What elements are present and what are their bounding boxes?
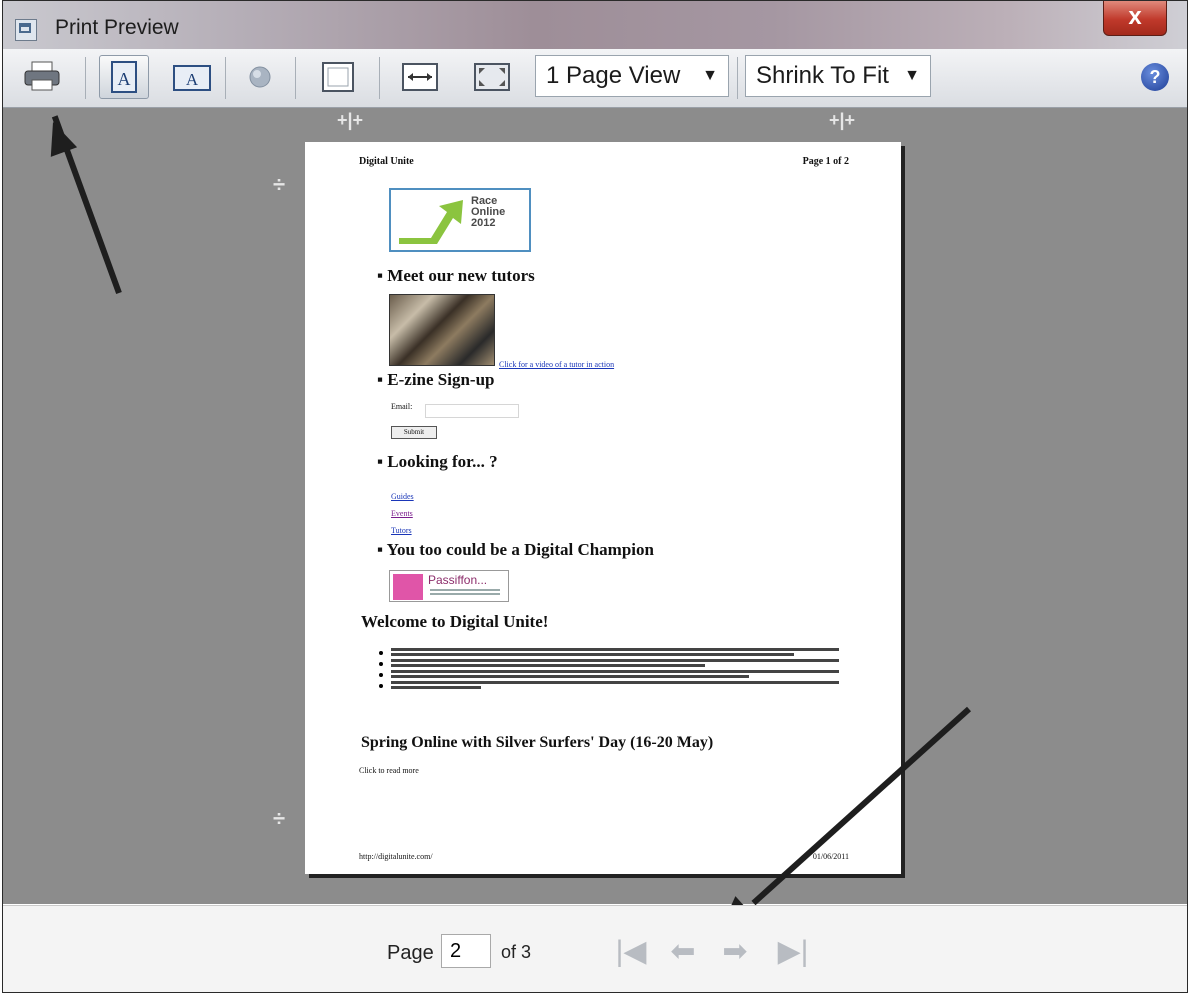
preview-page: Digital Unite Page 1 of 2 Race Online 20… (305, 142, 901, 874)
headers-footers-icon (249, 66, 271, 88)
page-setup-button[interactable] (313, 55, 363, 99)
svg-text:A: A (186, 70, 199, 89)
toolbar: A A 1 Page View ▼ Shrink To Fit ▼ ? (3, 49, 1187, 108)
full-width-icon (402, 63, 438, 91)
page-header-right: Page 1 of 2 (802, 156, 849, 167)
toolbar-separator (295, 57, 296, 99)
race-online-logo: Race Online 2012 (389, 188, 531, 252)
passion-banner[interactable]: Passiffon... (389, 570, 509, 602)
print-button[interactable] (17, 55, 67, 99)
page-navigation-bar: Page 2 of 3 |◀ ⬅ ➡ ▶| (3, 905, 1187, 992)
full-page-button[interactable] (467, 55, 517, 99)
heading-digital-champion: ▪ You too could be a Digital Champion (377, 540, 654, 559)
signup-email-input[interactable] (425, 404, 519, 418)
annotation-arrow-head-icon (39, 117, 78, 157)
headers-footers-button[interactable] (235, 55, 285, 99)
tutor-photo (389, 294, 495, 366)
page-footer-right: 01/06/2011 (812, 852, 849, 861)
list-item (379, 670, 839, 678)
title-bar: Print Preview x (3, 1, 1187, 49)
heading-signup: ▪ E-zine Sign-up (377, 370, 495, 389)
full-width-button[interactable] (395, 55, 445, 99)
guides-link[interactable]: Guides (391, 492, 414, 501)
toolbar-separator (225, 57, 226, 99)
page-count: of 3 (501, 942, 532, 962)
ie-app-icon (15, 19, 37, 41)
chevron-down-icon: ▼ (904, 67, 920, 84)
close-button[interactable]: x (1103, 1, 1167, 36)
shrink-dropdown[interactable]: Shrink To Fit ▼ (745, 55, 931, 97)
heading-looking-for: ▪ Looking for... ? (377, 452, 498, 471)
page-view-value: 1 Page View (546, 62, 681, 89)
print-preview-window: Print Preview x A A 1 Page View ▼ Shrink… (2, 0, 1188, 993)
tutor-video-link[interactable]: Click for a video of a tutor in action (499, 360, 614, 369)
list-item (379, 648, 839, 656)
passion-text: Passiffon... (428, 573, 488, 587)
welcome-heading: Welcome to Digital Unite! (361, 612, 549, 631)
page-label: Page (387, 942, 434, 964)
svg-text:A: A (118, 69, 131, 89)
right-margin-handle-icon[interactable]: +|+ (829, 110, 855, 131)
landscape-button[interactable]: A (167, 55, 217, 99)
signup-label: Email: (391, 402, 413, 411)
landscape-icon: A (173, 65, 211, 91)
toolbar-separator (379, 57, 380, 99)
signup-submit-button[interactable]: Submit (391, 426, 437, 439)
welcome-bullets (379, 646, 839, 692)
portrait-button[interactable]: A (99, 55, 149, 99)
page-view-dropdown[interactable]: 1 Page View ▼ (535, 55, 729, 97)
toolbar-separator (85, 57, 86, 99)
last-page-icon[interactable]: ▶| (773, 934, 813, 970)
spring-heading: Spring Online with Silver Surfers' Day (… (361, 734, 714, 751)
page-header-left: Digital Unite (359, 156, 414, 167)
events-link[interactable]: Events (391, 509, 413, 518)
list-item (379, 659, 839, 667)
left-margin-handle-icon[interactable]: +|+ (337, 110, 363, 131)
spring-text: Click to read more (359, 766, 419, 775)
logo-text: Race Online 2012 (471, 195, 506, 229)
printer-icon (24, 61, 60, 91)
heading-tutors: ▪ Meet our new tutors (377, 266, 535, 285)
tutors-link[interactable]: Tutors (391, 526, 412, 535)
first-page-icon[interactable]: |◀ (611, 934, 651, 970)
full-page-icon (474, 63, 510, 91)
preview-area: +|+ +|+ ÷ ÷ Digital Unite Page 1 of 2 Ra… (3, 108, 1187, 939)
top-margin-handle-icon[interactable]: ÷ (273, 172, 285, 198)
page-number-input[interactable]: 2 (441, 934, 491, 968)
toolbar-separator (737, 57, 738, 99)
portrait-icon: A (111, 61, 137, 93)
green-arrow-icon (399, 200, 463, 244)
page-footer-left: http://digitalunite.com/ (359, 852, 433, 861)
help-icon[interactable]: ? (1141, 63, 1169, 91)
chevron-down-icon: ▼ (702, 67, 718, 84)
list-item (379, 681, 839, 689)
passion-subtext (430, 589, 500, 591)
passion-logo-icon (393, 574, 423, 600)
previous-page-icon[interactable]: ⬅ (663, 934, 703, 970)
shrink-value: Shrink To Fit (756, 62, 889, 89)
next-page-icon[interactable]: ➡ (715, 934, 755, 970)
page-setup-icon (322, 62, 354, 92)
window-title: Print Preview (55, 16, 179, 39)
bottom-margin-handle-icon[interactable]: ÷ (273, 806, 285, 832)
